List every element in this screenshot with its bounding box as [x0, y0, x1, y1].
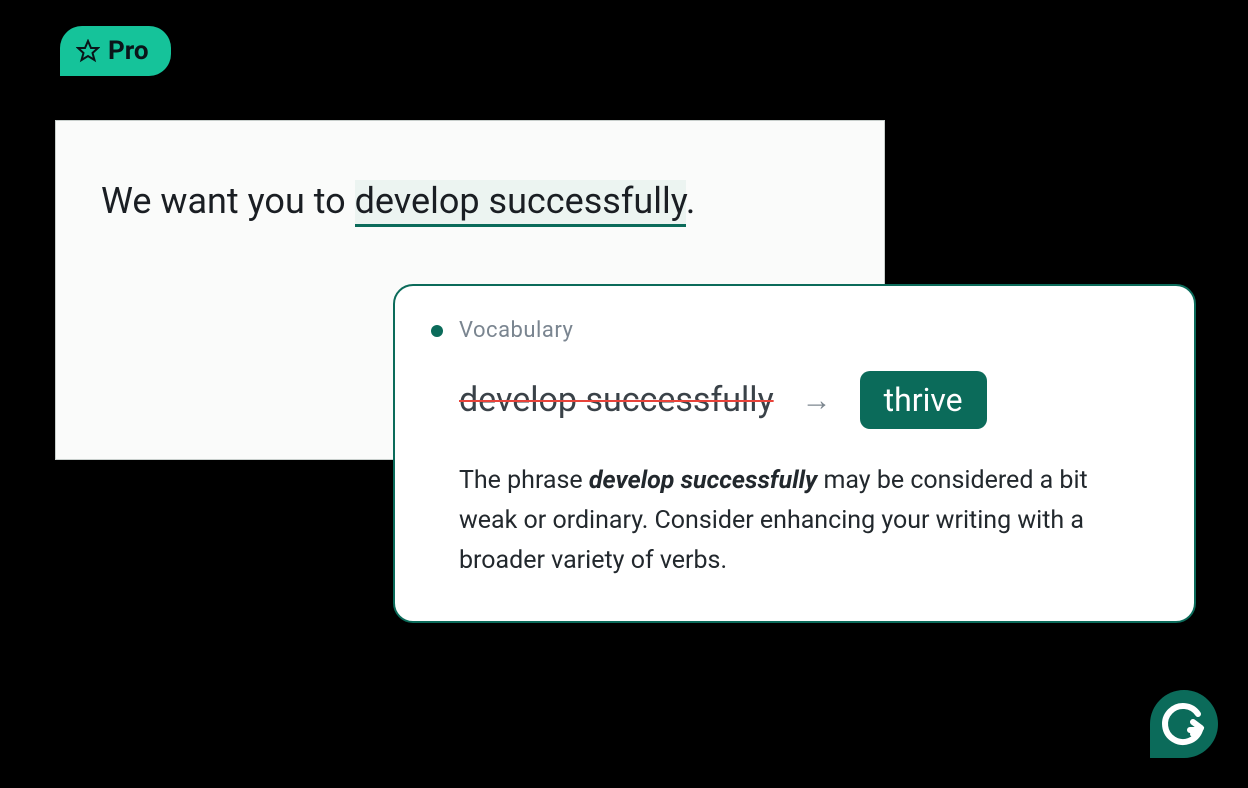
suggestion-replace-row: develop successfully → thrive: [459, 371, 1146, 429]
suggestion-category: Vocabulary: [459, 318, 573, 343]
editor-highlighted-phrase[interactable]: develop successfully: [355, 180, 686, 227]
suggestion-explanation: The phrase develop successfully may be c…: [459, 461, 1146, 581]
suggestion-header: Vocabulary: [431, 318, 1146, 343]
replacement-chip[interactable]: thrive: [860, 371, 987, 429]
original-phrase: develop successfully: [459, 380, 774, 420]
star-icon: [76, 39, 100, 63]
grammarly-logo-icon: [1150, 690, 1218, 758]
explanation-bold-phrase: develop successfully: [589, 466, 817, 495]
editor-text-after: .: [686, 180, 696, 222]
category-dot-icon: [431, 325, 443, 337]
explanation-before: The phrase: [459, 466, 589, 495]
suggestion-card[interactable]: Vocabulary develop successfully → thrive…: [393, 284, 1196, 623]
pro-badge-label: Pro: [108, 36, 149, 66]
arrow-right-icon: →: [802, 383, 832, 418]
pro-badge: Pro: [60, 26, 171, 76]
editor-text-before: We want you to: [101, 180, 355, 222]
editor-text: We want you to develop successfully.: [101, 176, 839, 226]
